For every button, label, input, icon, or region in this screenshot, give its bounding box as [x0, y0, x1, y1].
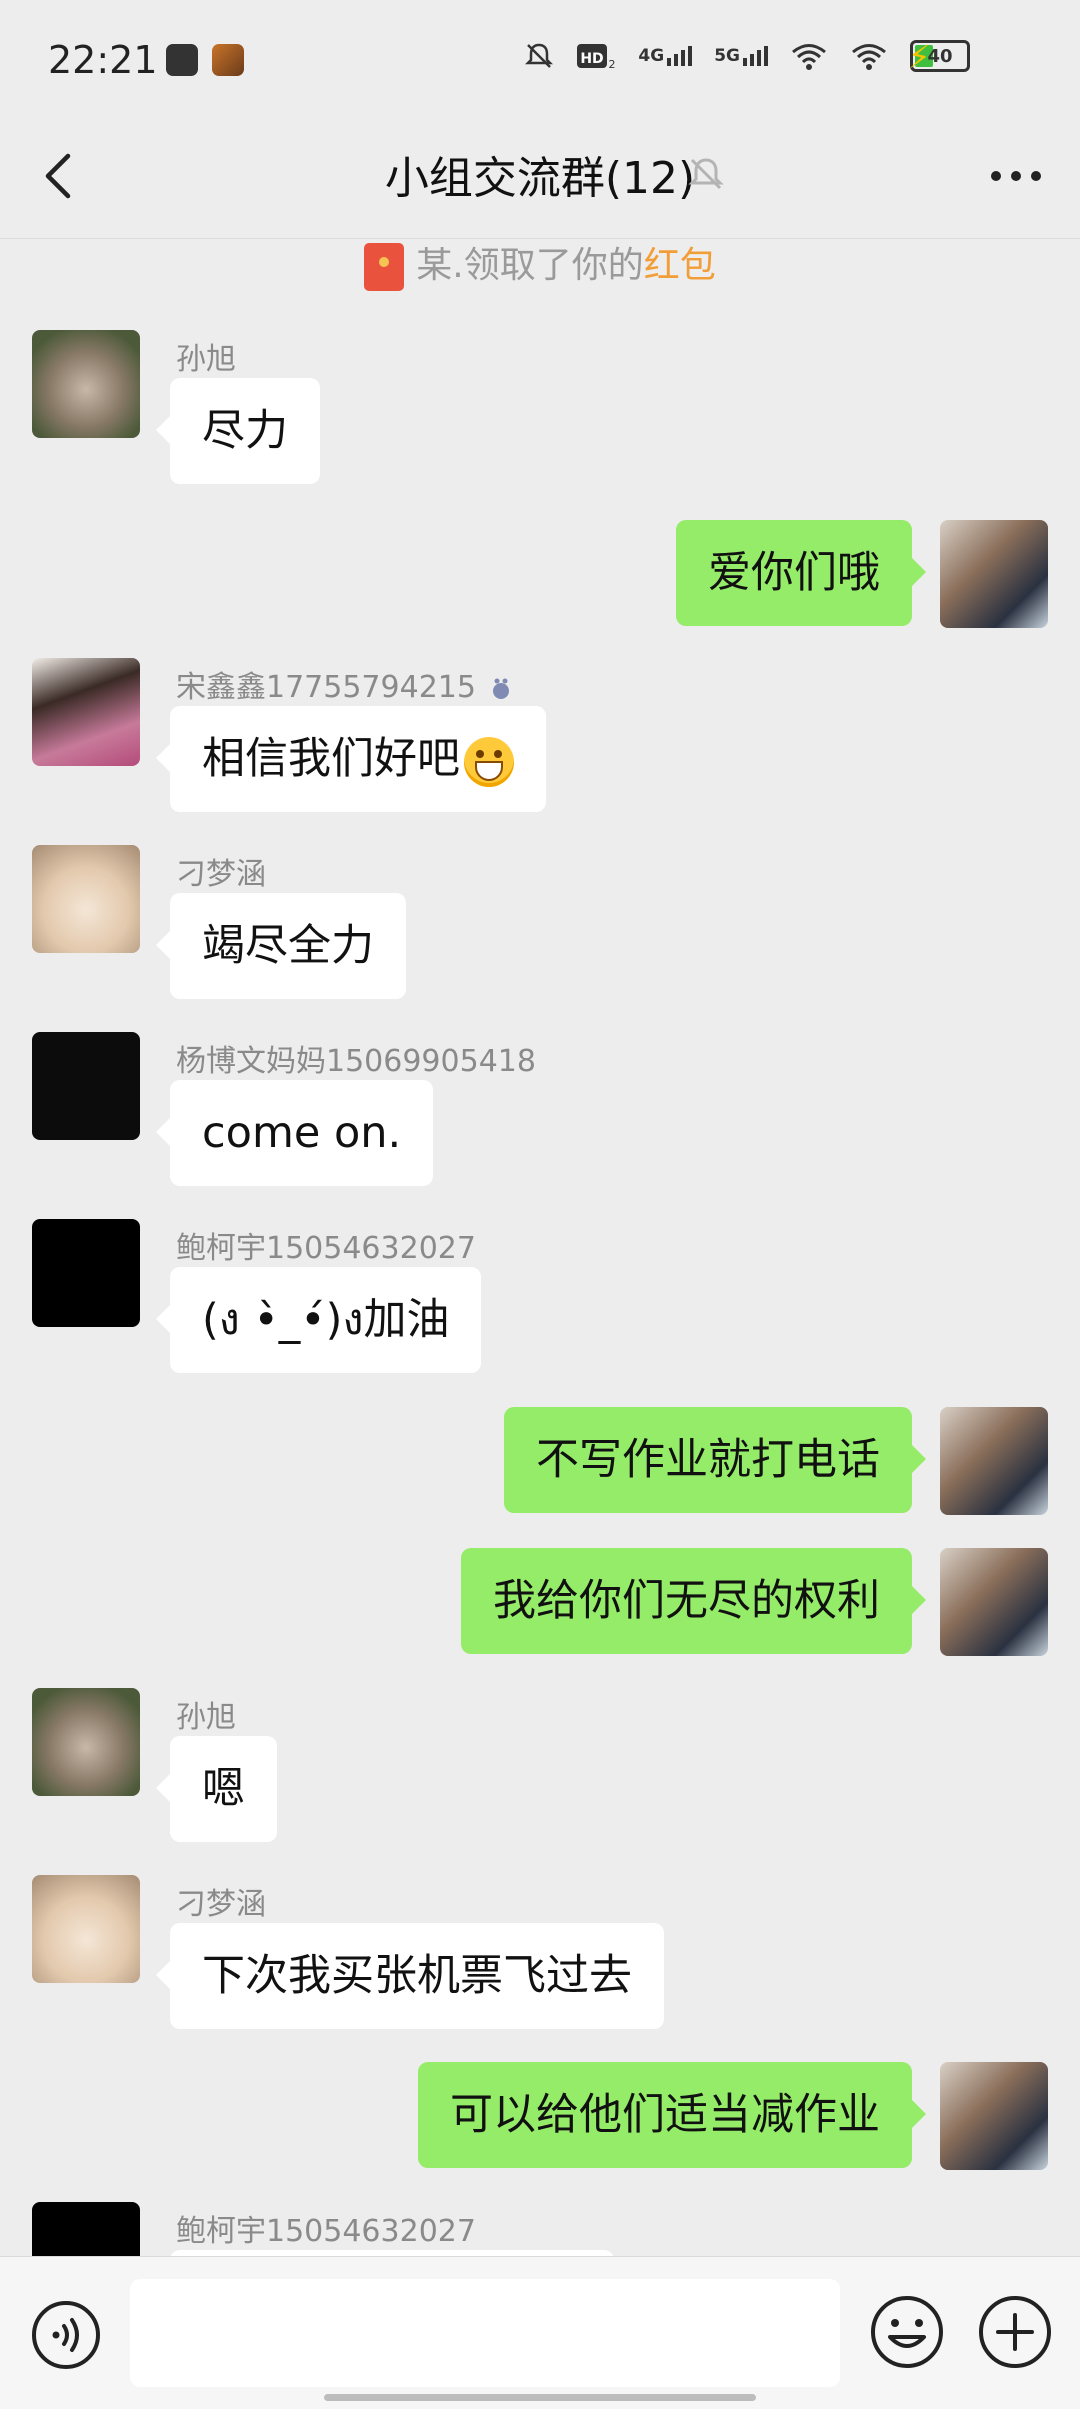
- red-packet-icon: [364, 243, 405, 291]
- mute-bell-icon: [688, 158, 724, 190]
- wifi-icon: [852, 44, 886, 70]
- network-4g-label: 4G: [638, 46, 665, 66]
- hd-icon: HD 2: [577, 44, 616, 71]
- avatar-family[interactable]: [940, 520, 1048, 628]
- network-5g-label: 5G: [714, 46, 740, 66]
- chat-header: 小组交流群(12): [0, 120, 1080, 239]
- avatar-black[interactable]: [32, 1219, 140, 1327]
- sender-name: 鲍柯宇15054632027: [176, 1231, 476, 1266]
- 5g-signal-icon: 5G: [714, 46, 768, 66]
- user-tag-icon: [492, 678, 509, 699]
- wifi-icon: [792, 44, 826, 70]
- avatar-family[interactable]: [940, 2062, 1048, 2170]
- avatar-family[interactable]: [940, 1548, 1048, 1656]
- sender-name: 鲍柯宇15054632027: [176, 2214, 476, 2249]
- avatar-dark[interactable]: [32, 1032, 140, 1140]
- chat-title: 小组交流群(12): [384, 153, 696, 204]
- more-options-icon[interactable]: [986, 146, 1046, 206]
- sender-name: 刁梦涵: [176, 1887, 266, 1922]
- avatar-monkey[interactable]: [32, 330, 140, 438]
- avatar-family[interactable]: [940, 1407, 1048, 1515]
- red-packet-link[interactable]: 红包: [644, 245, 716, 286]
- message-bubble[interactable]: come on.: [155, 1080, 434, 1186]
- message-bubble[interactable]: 可以给他们适当减作业: [418, 2062, 926, 2168]
- 4g-signal-icon: 4G: [638, 46, 693, 66]
- status-bar: 22:21 HD 2 4G 5G 40 ⚡: [0, 0, 1080, 120]
- avatar-cat[interactable]: [32, 845, 140, 953]
- svg-text:HD: HD: [581, 51, 604, 67]
- avatar-cat[interactable]: [32, 1875, 140, 1983]
- message-text: 相信我们好吧: [202, 734, 460, 784]
- message-bubble[interactable]: 尽力: [156, 378, 320, 484]
- sender-name: 宋鑫鑫17755794215: [176, 662, 512, 706]
- sender-name: 杨博文妈妈15069905418: [176, 1044, 536, 1079]
- emoji-icon[interactable]: [868, 2293, 946, 2371]
- message-bubble[interactable]: 不写作业就打电话: [504, 1407, 926, 1513]
- charging-icon: ⚡: [908, 38, 931, 76]
- avatar-girl[interactable]: [32, 658, 140, 766]
- sender-name-text: 宋鑫鑫17755794215: [176, 670, 476, 705]
- input-bar: [0, 2256, 1080, 2409]
- message-bubble[interactable]: (ง •̀_•́)ง加油: [155, 1267, 482, 1373]
- message-bubble[interactable]: 相信我们好吧: [156, 706, 546, 812]
- grin-emoji-icon: [464, 736, 514, 787]
- plus-icon[interactable]: [976, 2293, 1054, 2371]
- message-bubble[interactable]: 竭尽全力: [156, 893, 406, 999]
- status-indicators: HD 2 4G 5G 40: [524, 40, 970, 72]
- sender-name: 孙旭: [176, 342, 236, 377]
- app-notification-icon: [166, 44, 198, 76]
- system-message: 某.领取了你的红包: [0, 238, 1080, 294]
- status-time: 22:21: [48, 38, 158, 82]
- sender-name: 孙旭: [176, 1700, 236, 1735]
- home-indicator[interactable]: [324, 2394, 756, 2401]
- avatar-monkey[interactable]: [32, 1688, 140, 1796]
- system-message-text: 某.领取了你的: [416, 245, 644, 286]
- message-bubble[interactable]: 下次我买张机票飞过去: [156, 1923, 664, 2029]
- svg-text:2: 2: [609, 58, 616, 71]
- message-bubble[interactable]: 爱你们哦: [676, 520, 926, 626]
- bell-off-icon: [525, 43, 554, 68]
- message-bubble[interactable]: 嗯: [156, 1736, 277, 1842]
- sender-name: 刁梦涵: [176, 857, 266, 892]
- message-bubble[interactable]: 我给你们无尽的权利: [461, 1548, 926, 1654]
- battery-level: 40: [927, 45, 953, 67]
- voice-icon[interactable]: [30, 2299, 102, 2371]
- message-input[interactable]: [130, 2279, 840, 2387]
- game-notification-icon: [212, 44, 244, 76]
